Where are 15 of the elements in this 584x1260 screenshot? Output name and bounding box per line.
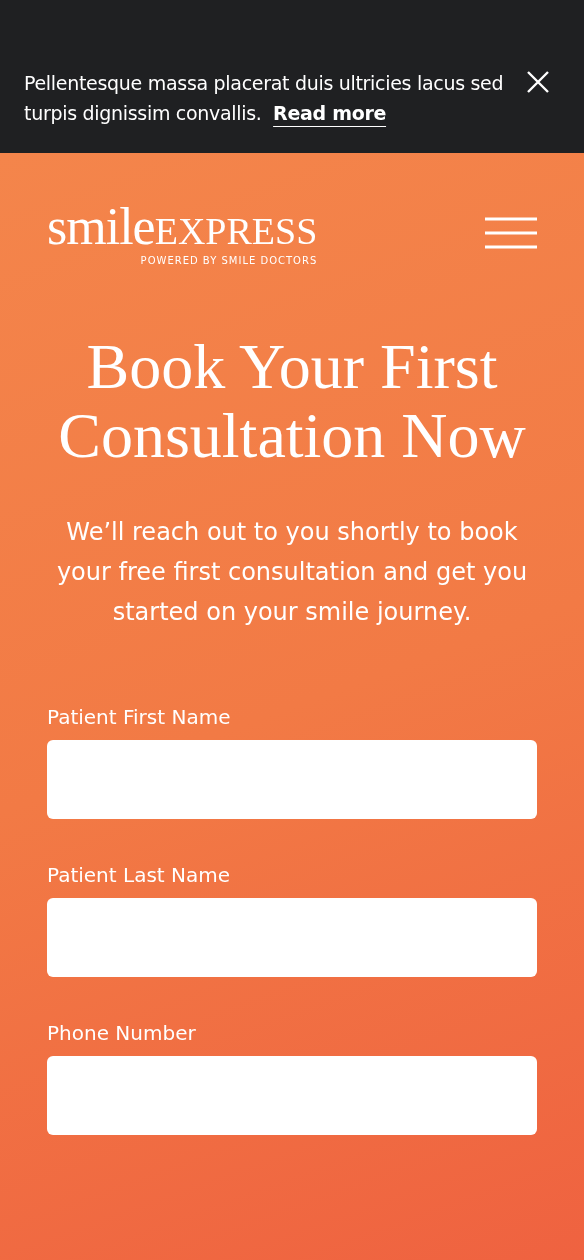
announcement-text: Pellentesque massa placerat duis ultricies lacus sed turpis dignissim convallis. Read more [24,71,505,126]
menu-icon[interactable] [485,217,537,249]
logo-wordmark[interactable]: smile [47,201,155,253]
field-label: Patient First Name [47,704,232,730]
field-label: Patient Last Name [47,862,232,888]
input-field[interactable] [47,898,537,977]
close-icon[interactable] [526,70,550,94]
intro-text: We’ll reach out to you shortly to book your free first consultation and get you started on your smile journey. [55,517,529,628]
read-more-link[interactable]: Read more [273,102,387,124]
logo-tagline: POWERED BY SMILE DOCTORS [140,255,318,266]
input-field[interactable] [47,1056,537,1135]
logo-wordmark[interactable]: EXPRESS [154,212,318,250]
input-field[interactable] [47,740,537,819]
field-label: Phone Number [47,1020,197,1046]
page-heading: Book Your First Consultation Now [57,332,527,470]
